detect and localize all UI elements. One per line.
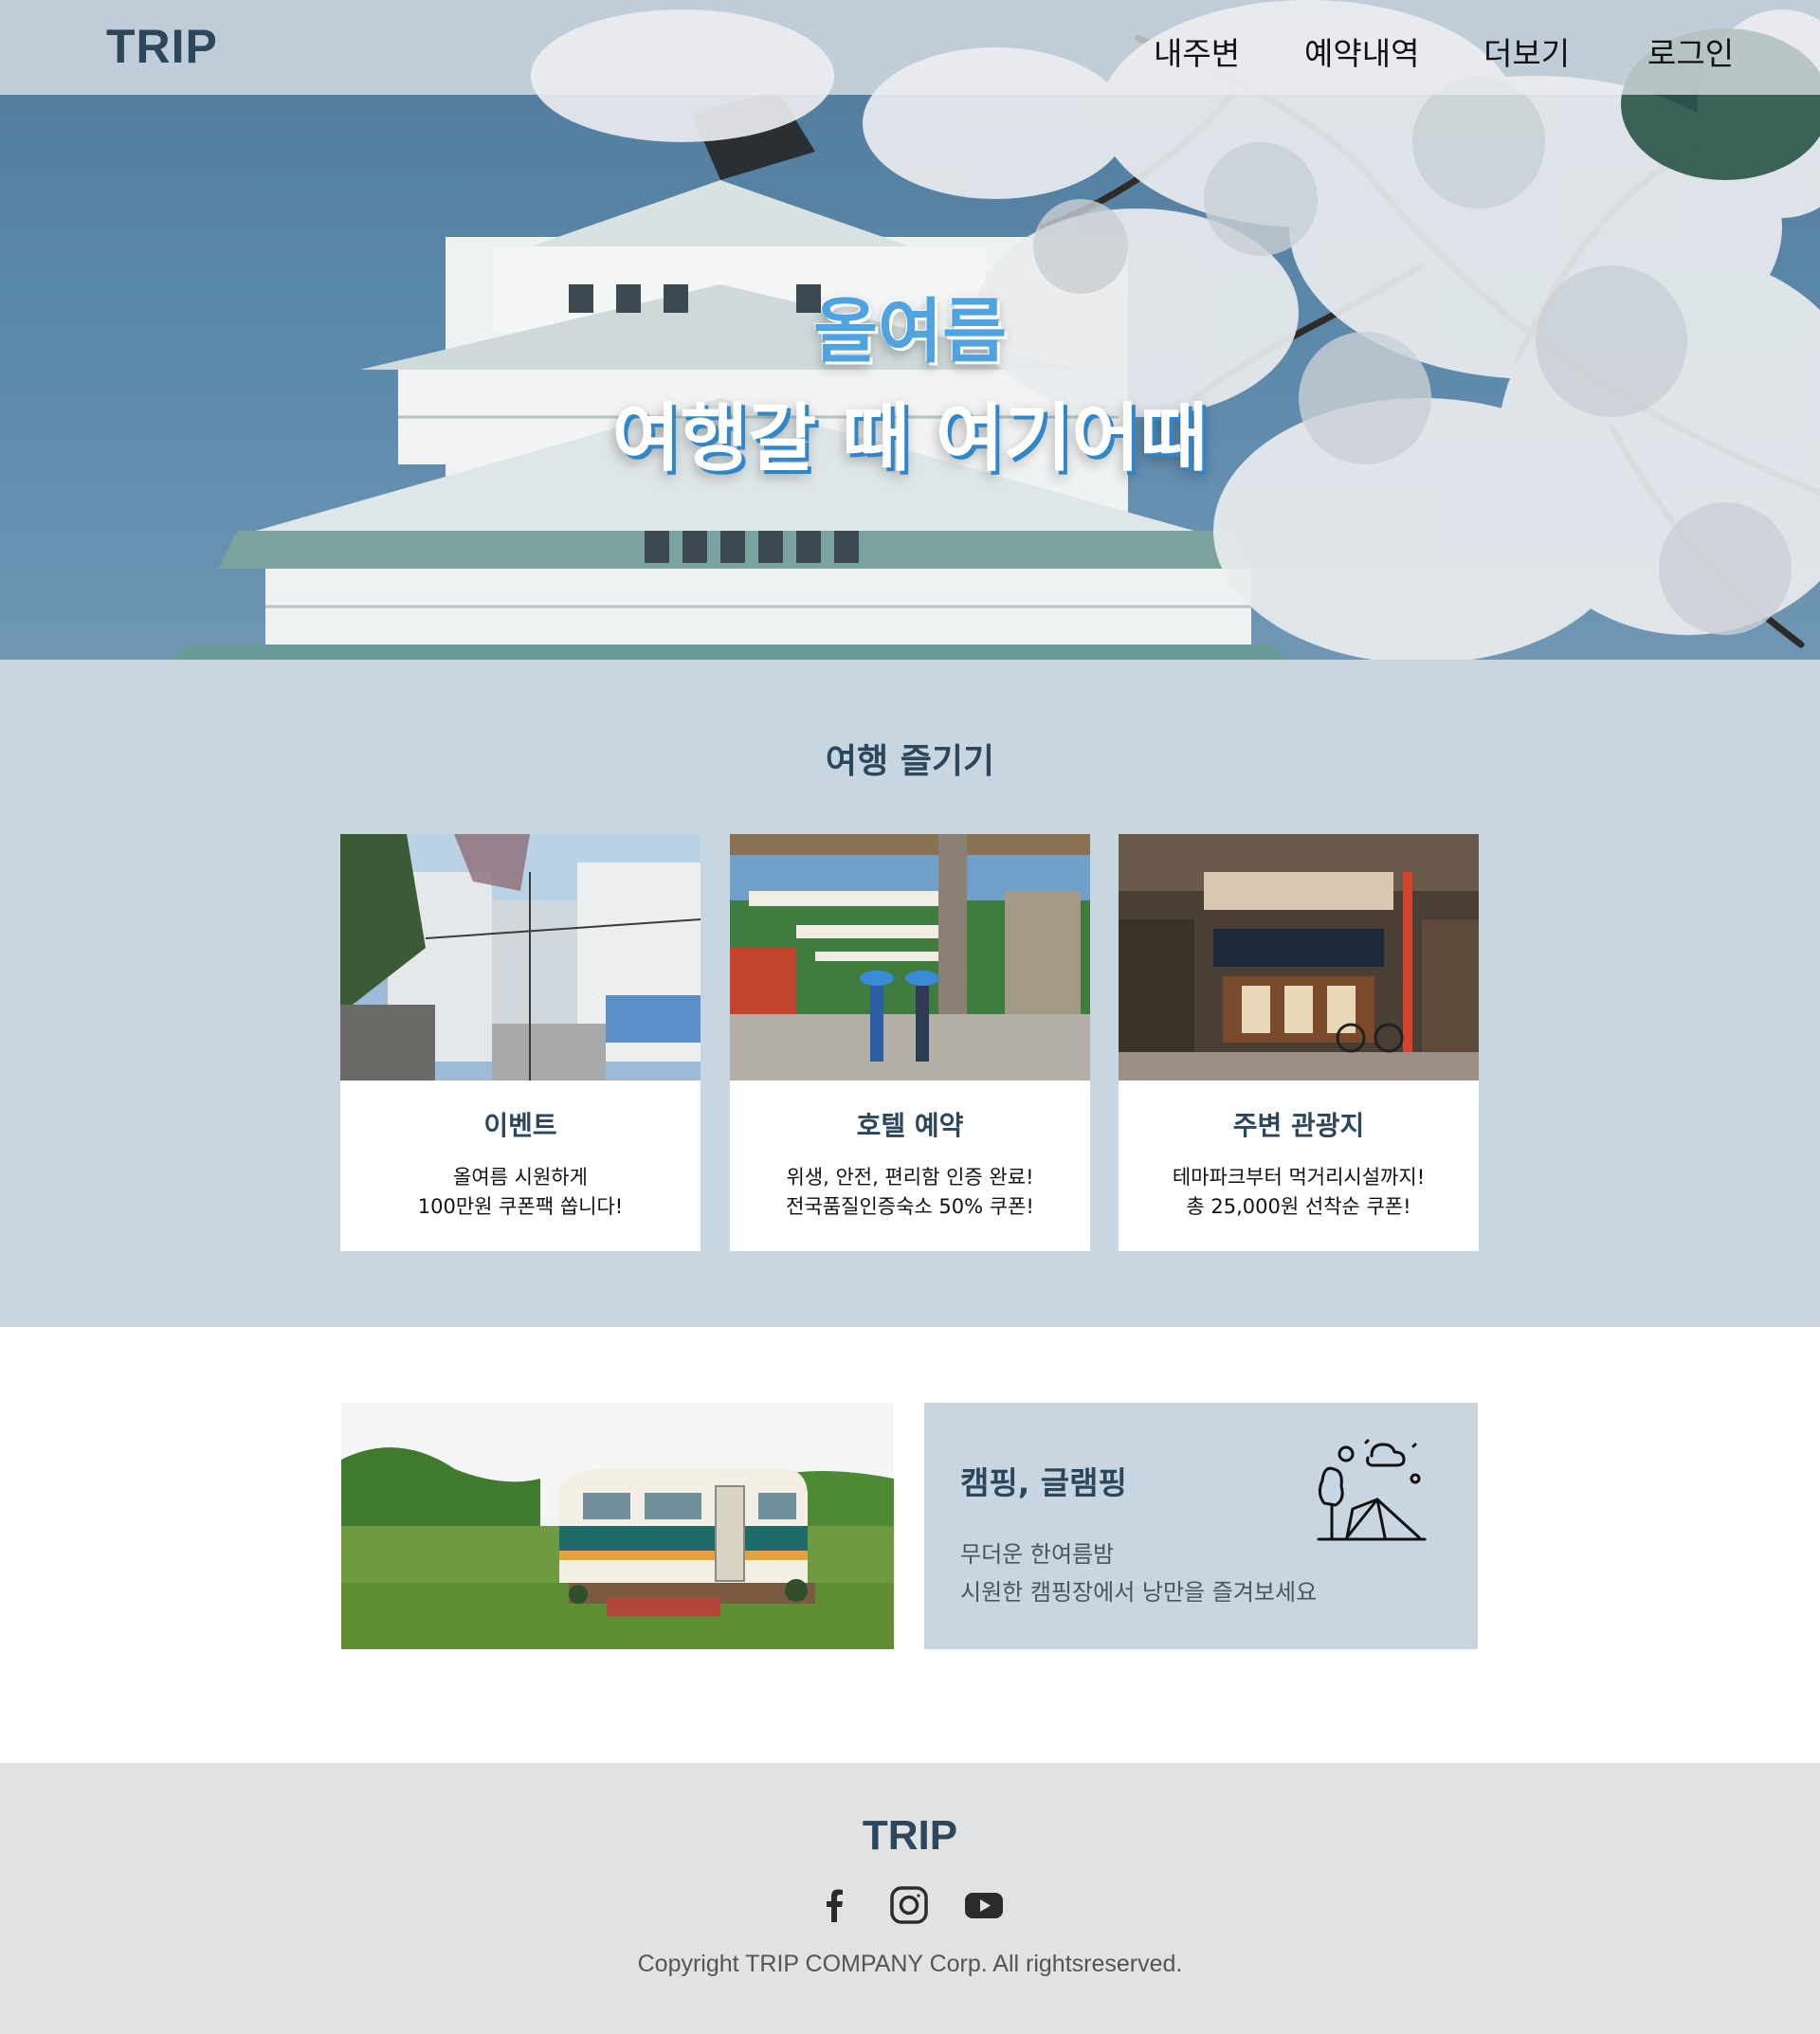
- card-desc-line2: 총 25,000원 선착순 쿠폰!: [1186, 1195, 1411, 1218]
- enjoy-travel-section: 여행 즐기기 이벤트 올여름 시원하게 100만원 쿠폰팩 쏩니다! 호텔 예약…: [0, 660, 1820, 1327]
- footer-logo[interactable]: TRIP: [0, 1812, 1820, 1860]
- card-desc-line2: 100만원 쿠폰팩 쏩니다!: [417, 1195, 624, 1218]
- card-desc-line1: 올여름 시원하게: [453, 1166, 588, 1189]
- card-title: 이벤트: [483, 1110, 557, 1141]
- card-desc-line1: 테마파크부터 먹거리시설까지!: [1172, 1166, 1426, 1189]
- camping-trailer-photo[interactable]: [341, 1403, 894, 1649]
- card-desc-line2: 전국품질인증숙소 50% 쿠폰!: [786, 1195, 1034, 1218]
- event-photo: [340, 834, 701, 1081]
- top-navigation-bar: TRIP 내주변 예약내역 더보기 로그인: [0, 0, 1820, 95]
- card-attractions[interactable]: 주변 관광지 테마파크부터 먹거리시설까지! 총 25,000원 선착순 쿠폰!: [1119, 834, 1479, 1251]
- copyright-text: Copyright TRIP COMPANY Corp. All rightsr…: [637, 1951, 1183, 1977]
- card-event[interactable]: 이벤트 올여름 시원하게 100만원 쿠폰팩 쏩니다!: [340, 834, 701, 1251]
- camping-info-box[interactable]: 캠핑, 글램핑 무더운 한여름밤 시원한 캠핑장에서 낭만을 즐겨보세요: [924, 1403, 1478, 1649]
- camping-tent-icon: [1315, 1437, 1429, 1547]
- nav-item-reservations[interactable]: 예약내역: [1304, 28, 1419, 74]
- facebook-icon[interactable]: [813, 1884, 855, 1926]
- hotel-photo: [730, 834, 1090, 1081]
- camping-desc-line2: 시원한 캠핑장에서 낭만을 즐겨보세요: [960, 1579, 1318, 1606]
- hero-banner: TRIP 내주변 예약내역 더보기 로그인 올여름 여행갈 때 여기어때: [0, 0, 1820, 660]
- nav-item-login[interactable]: 로그인: [1647, 28, 1734, 74]
- card-hotel[interactable]: 호텔 예약 위생, 안전, 편리함 인증 완료! 전국품질인증숙소 50% 쿠폰…: [730, 834, 1090, 1251]
- hero-headline-line1: 올여름: [812, 291, 1008, 372]
- footer: TRIP Copyright TRIP COMPANY Corp. All ri…: [0, 1763, 1820, 2034]
- card-desc-line1: 위생, 안전, 편리함 인증 완료!: [786, 1166, 1034, 1189]
- card-title: 호텔 예약: [856, 1110, 964, 1141]
- card-title: 주변 관광지: [1232, 1110, 1365, 1141]
- instagram-icon[interactable]: [888, 1884, 930, 1926]
- camping-desc-line1: 무더운 한여름밤: [960, 1541, 1115, 1568]
- nav-item-more[interactable]: 더보기: [1483, 28, 1570, 74]
- nav-item-nearby[interactable]: 내주변: [1154, 28, 1240, 74]
- camping-title: 캠핑, 글램핑: [960, 1464, 1127, 1501]
- section-title: 여행 즐기기: [825, 742, 995, 781]
- hero-headline-line2: 여행갈 때 여기어때: [611, 396, 1209, 481]
- attractions-photo: [1119, 834, 1479, 1081]
- header-logo[interactable]: TRIP: [106, 19, 218, 74]
- youtube-icon[interactable]: [963, 1884, 1005, 1926]
